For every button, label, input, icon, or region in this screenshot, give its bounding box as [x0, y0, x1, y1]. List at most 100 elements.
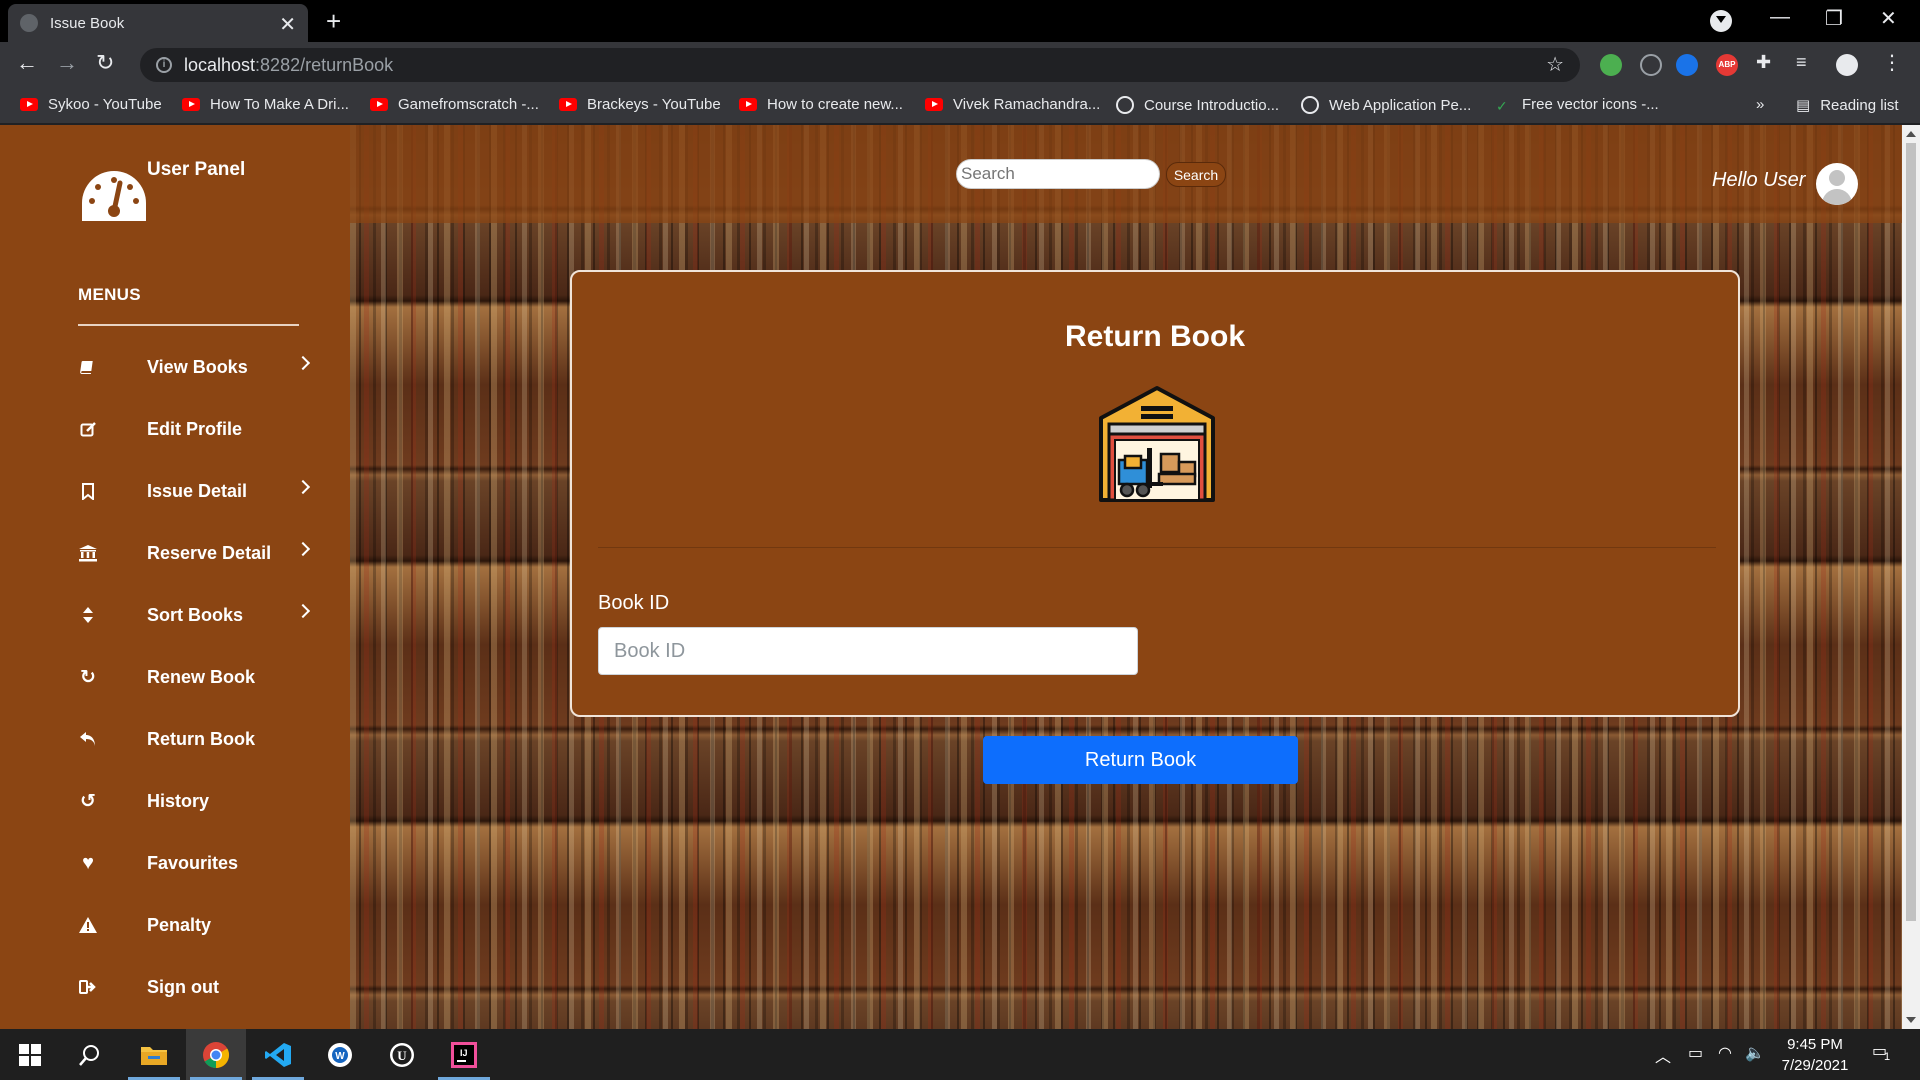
avatar[interactable]: [1816, 163, 1858, 205]
info-icon[interactable]: i: [156, 57, 172, 73]
return-book-button[interactable]: Return Book: [983, 736, 1298, 784]
scrollbar-thumb[interactable]: [1906, 143, 1916, 921]
intellij-taskbar-button[interactable]: IJ: [434, 1029, 494, 1080]
chrome-taskbar-button[interactable]: [186, 1029, 246, 1080]
battery-icon[interactable]: ▭: [1688, 1043, 1703, 1063]
sidebar-item-view-books[interactable]: View Books: [78, 347, 311, 387]
windows-taskbar: W U IJ ︿ ▭ ◠ 🔈 9:45 PM 7/29/2021 ▭ 1: [0, 1029, 1920, 1080]
sidebar-item-label: Issue Detail: [147, 480, 248, 501]
greeting-text: Hello User: [1712, 169, 1806, 191]
bookmark-item[interactable]: ✓ Free vector icons -...: [1496, 96, 1659, 114]
wamp-icon: W: [328, 1042, 352, 1067]
sidebar-item-issue-detail[interactable]: Issue Detail: [78, 471, 311, 511]
browser-toolbar: ← → ↻ i localhost :8282/returnBook ☆ ABP…: [0, 42, 1920, 88]
bookmark-item[interactable]: Course Introductio...: [1116, 96, 1279, 114]
unreal-taskbar-button[interactable]: U: [372, 1029, 432, 1080]
bookmark-item[interactable]: Brackeys - YouTube: [559, 96, 721, 113]
search-button[interactable]: Search: [1166, 162, 1226, 187]
vscode-taskbar-button[interactable]: [248, 1029, 308, 1080]
chevron-right-icon: [295, 541, 311, 557]
sidebar-item-sign-out[interactable]: Sign out: [78, 967, 308, 1007]
reading-list-button[interactable]: ▤ Reading list: [1796, 96, 1899, 115]
sidebar-item-renew-book[interactable]: ↻ Renew Book: [78, 657, 308, 697]
restore-icon[interactable]: ❐: [1825, 6, 1843, 31]
file-explorer-button[interactable]: [124, 1029, 184, 1080]
heart-icon: ♥: [82, 851, 94, 874]
window-close-icon[interactable]: ✕: [1880, 6, 1897, 31]
warehouse-forklift-icon: [1099, 386, 1215, 502]
bookmark-item[interactable]: Sykoo - YouTube: [20, 96, 162, 113]
volume-icon[interactable]: 🔈: [1745, 1043, 1765, 1063]
adblock-icon[interactable]: ABP: [1716, 54, 1738, 76]
back-icon[interactable]: ←: [16, 50, 38, 76]
tab-search-icon[interactable]: [1710, 10, 1732, 32]
history-icon: ↺: [80, 790, 96, 812]
sidebar-item-reserve-detail[interactable]: Reserve Detail: [78, 533, 311, 573]
wifi-icon[interactable]: ◠: [1718, 1043, 1732, 1063]
reading-list-icon[interactable]: ≡: [1796, 52, 1818, 74]
extension-icon[interactable]: [1600, 54, 1622, 76]
bookmarks-overflow-button[interactable]: »: [1756, 96, 1764, 113]
bank-icon: [78, 543, 98, 563]
clock-date: 7/29/2021: [1781, 1057, 1849, 1074]
system-clock[interactable]: 9:45 PM 7/29/2021: [1770, 1034, 1860, 1076]
bookmark-label: How to create new...: [767, 96, 903, 113]
book-icon: [78, 357, 98, 377]
sidebar-item-sort-books[interactable]: Sort Books: [78, 595, 311, 635]
refresh-icon: ↻: [80, 666, 96, 688]
search-taskbar-button[interactable]: [60, 1029, 120, 1080]
bookmark-item[interactable]: How To Make A Dri...: [182, 96, 349, 113]
tab-title: Issue Book: [50, 14, 125, 32]
youtube-icon: [20, 98, 38, 111]
profile-icon[interactable]: [1836, 54, 1858, 76]
app-taskbar-button[interactable]: W: [310, 1029, 370, 1080]
book-id-input[interactable]: [598, 627, 1138, 675]
bookmark-label: How To Make A Dri...: [210, 96, 349, 113]
sidebar-item-label: Favourites: [147, 852, 239, 873]
extensions-puzzle-icon[interactable]: ✚: [1756, 52, 1778, 74]
sidebar-item-history[interactable]: ↺ History: [78, 781, 308, 821]
bookmark-item[interactable]: Web Application Pe...: [1301, 96, 1471, 114]
folder-icon: [141, 1046, 167, 1065]
minimize-icon[interactable]: —: [1770, 6, 1790, 29]
youtube-icon: [370, 98, 388, 111]
scroll-down-icon[interactable]: [1906, 1017, 1916, 1023]
sidebar-item-edit-profile[interactable]: Edit Profile: [78, 409, 308, 449]
sidebar-item-favourites[interactable]: ♥ Favourites: [78, 843, 308, 883]
bookmark-label: Free vector icons -...: [1522, 96, 1659, 113]
chevron-up-icon[interactable]: ︿: [1655, 1043, 1671, 1067]
sign-out-icon: [78, 977, 98, 997]
page-scrollbar[interactable]: [1902, 125, 1920, 1029]
bookmark-star-icon[interactable]: ☆: [1546, 52, 1564, 77]
reload-icon[interactable]: ↻: [96, 50, 114, 76]
main-content: Search Hello User Return Book: [350, 125, 1902, 1029]
svg-text:IJ: IJ: [460, 1048, 468, 1058]
url-host: localhost: [184, 54, 256, 75]
divider: [78, 324, 299, 326]
youtube-icon: [182, 98, 200, 111]
close-tab-icon[interactable]: ✕: [279, 12, 296, 37]
chevron-right-icon: [295, 479, 311, 495]
user-avatar-body: [1822, 189, 1852, 205]
notification-center-button[interactable]: ▭ 1: [1872, 1041, 1890, 1063]
browser-tab[interactable]: Issue Book ✕: [8, 4, 308, 42]
forward-icon[interactable]: →: [56, 50, 78, 76]
sidebar-item-penalty[interactable]: Penalty: [78, 905, 308, 945]
reading-list-icon: ▤: [1796, 97, 1811, 114]
scroll-up-icon[interactable]: [1906, 131, 1916, 137]
new-tab-icon[interactable]: +: [326, 6, 341, 37]
address-bar[interactable]: i localhost :8282/returnBook ☆: [140, 48, 1580, 82]
dashboard-gauge-icon: [82, 171, 146, 221]
chevron-right-icon: [295, 355, 311, 371]
start-button[interactable]: [0, 1029, 60, 1080]
menu-kebab-icon[interactable]: ⋮: [1882, 50, 1904, 74]
extension-icon[interactable]: [1640, 54, 1662, 76]
bookmark-item[interactable]: Vivek Ramachandra...: [925, 96, 1100, 113]
sidebar-item-return-book[interactable]: Return Book: [78, 719, 308, 759]
extension-icon[interactable]: [1676, 54, 1698, 76]
clock-time: 9:45 PM: [1787, 1036, 1843, 1053]
bookmark-item[interactable]: How to create new...: [739, 96, 903, 113]
reply-icon: [78, 729, 98, 749]
bookmark-item[interactable]: Gamefromscratch -...: [370, 96, 539, 113]
search-input[interactable]: [956, 159, 1160, 189]
